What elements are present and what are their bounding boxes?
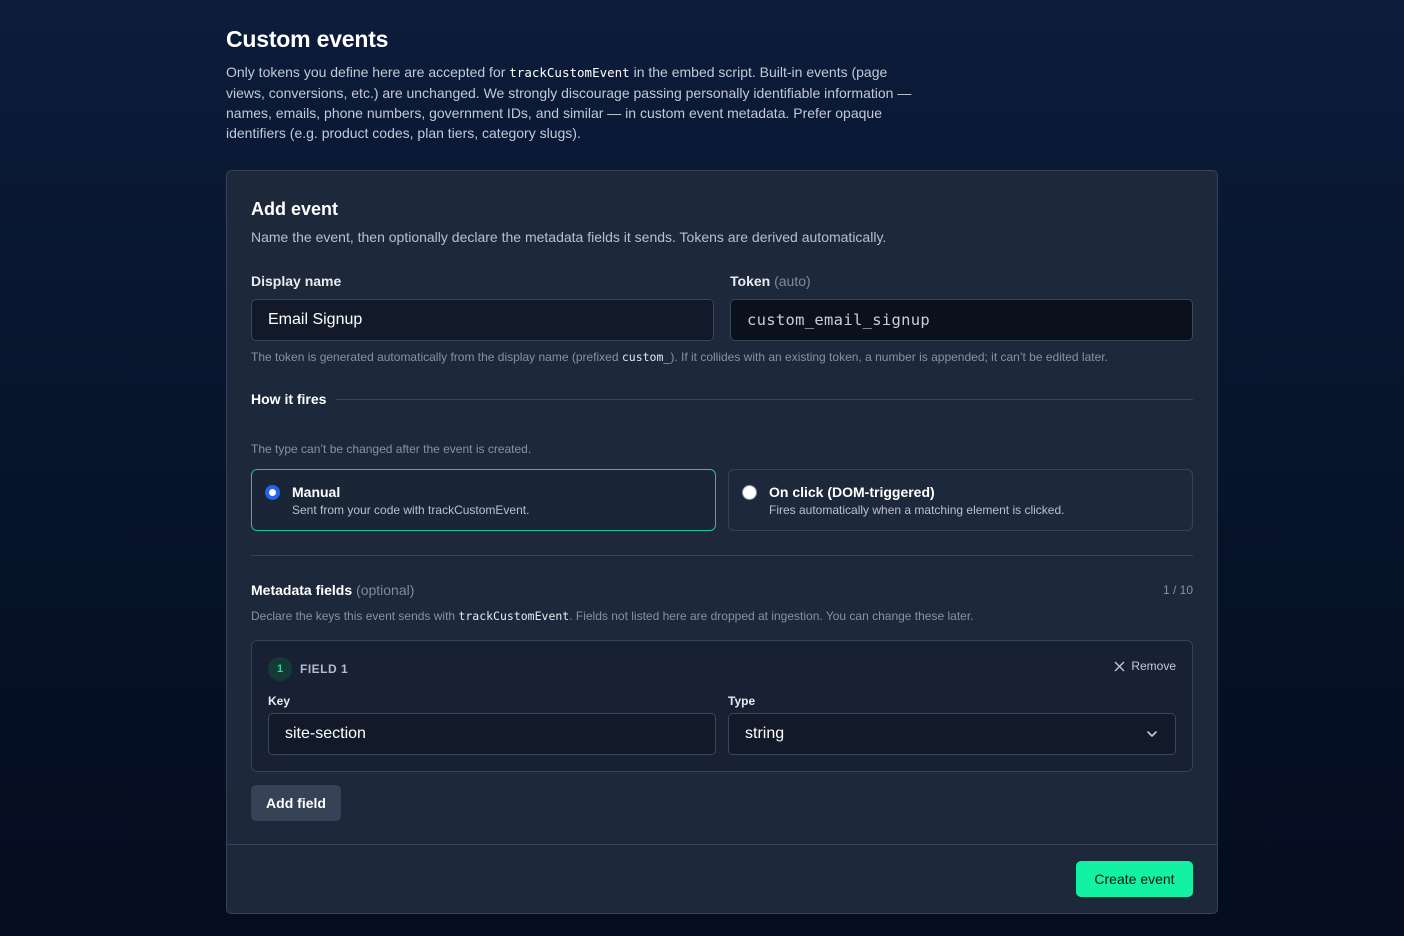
metadata-fields-optional: (optional) — [356, 582, 415, 598]
metadata-field-row: 1 FIELD 1 Remove Key site-section Type s… — [251, 640, 1193, 772]
page-description-code: trackCustomEvent — [509, 65, 630, 80]
display-name-label-text: Display name — [251, 273, 342, 289]
page-description-text: Only tokens you define here are accepted… — [226, 64, 510, 80]
close-icon — [1115, 661, 1125, 671]
metadata-fields-label: Metadata fields (optional) — [251, 582, 414, 598]
token-help-part2: ). If it collides with an existing token… — [670, 350, 1108, 364]
token-label: Token (auto) — [730, 273, 811, 289]
add-event-description: Name the event, then optionally declare … — [251, 229, 887, 245]
token-value: custom_email_signup — [747, 311, 931, 329]
field-type-select[interactable]: string — [728, 713, 1176, 755]
display-name-label: Display name — [251, 273, 341, 289]
how-it-fires-title: How it fires — [251, 391, 327, 407]
page-title: Custom events — [226, 26, 389, 52]
how-it-fires-help: The type can’t be changed after the even… — [251, 442, 532, 456]
how-it-fires-heading: How it fires — [251, 391, 1193, 407]
how-it-fires-rule — [336, 398, 1193, 400]
token-help-text: The token is generated automatically fro… — [251, 350, 1108, 364]
fire-option-on-click-title: On click (DOM-triggered) — [769, 484, 935, 500]
metadata-field-count: 1 / 10 — [1162, 583, 1193, 597]
token-help-part1: The token is generated automatically fro… — [251, 350, 622, 364]
field-key-input[interactable]: site-section — [268, 713, 716, 755]
field-key-value: site-section — [285, 725, 366, 742]
fire-option-on-click-subtitle: Fires automatically when a matching elem… — [769, 503, 1065, 517]
display-name-value: Email Signup — [268, 311, 363, 328]
metadata-help-part2: . Fields not listed here are dropped at … — [569, 609, 974, 623]
fire-option-manual-subtitle: Sent from your code with trackCustomEven… — [292, 503, 530, 517]
token-label-text: Token — [730, 273, 771, 289]
field-type-value: string — [745, 725, 785, 742]
add-event-title: Add event — [251, 199, 339, 219]
radio-on-click[interactable] — [742, 485, 757, 500]
field-key-label: Key — [268, 694, 291, 708]
token-label-hint: (auto) — [774, 273, 811, 289]
create-event-button[interactable]: Create event — [1076, 861, 1193, 897]
fire-option-manual[interactable]: Manual Sent from your code with trackCus… — [251, 469, 716, 531]
remove-field-label: Remove — [1131, 659, 1176, 673]
metadata-help-text: Declare the keys this event sends with t… — [251, 609, 974, 623]
metadata-fields-label-text: Metadata fields — [251, 582, 353, 598]
remove-field-button[interactable]: Remove — [1114, 659, 1176, 673]
footer-divider — [227, 844, 1217, 845]
page-description: Only tokens you define here are accepted… — [226, 62, 916, 143]
fire-option-manual-title: Manual — [292, 484, 341, 500]
field-number-badge: 1 — [268, 657, 292, 681]
radio-manual-selected[interactable] — [265, 485, 280, 500]
display-name-input[interactable]: Email Signup — [251, 299, 714, 341]
token-help-code: custom_ — [621, 350, 671, 364]
metadata-help-code: trackCustomEvent — [458, 609, 570, 623]
field-name: FIELD 1 — [300, 662, 349, 676]
field-type-label: Type — [728, 694, 756, 708]
chevron-down-icon — [1147, 731, 1157, 737]
token-field-readonly: custom_email_signup — [730, 299, 1193, 341]
fire-option-on-click[interactable]: On click (DOM-triggered) Fires automatic… — [728, 469, 1193, 531]
add-field-button[interactable]: Add field — [251, 785, 341, 821]
page-header: Custom events Only tokens you define her… — [226, 26, 926, 143]
add-event-card: Add event Name the event, then optionall… — [226, 170, 1218, 914]
section-divider — [251, 555, 1193, 556]
metadata-help-part1: Declare the keys this event sends with — [251, 609, 459, 623]
